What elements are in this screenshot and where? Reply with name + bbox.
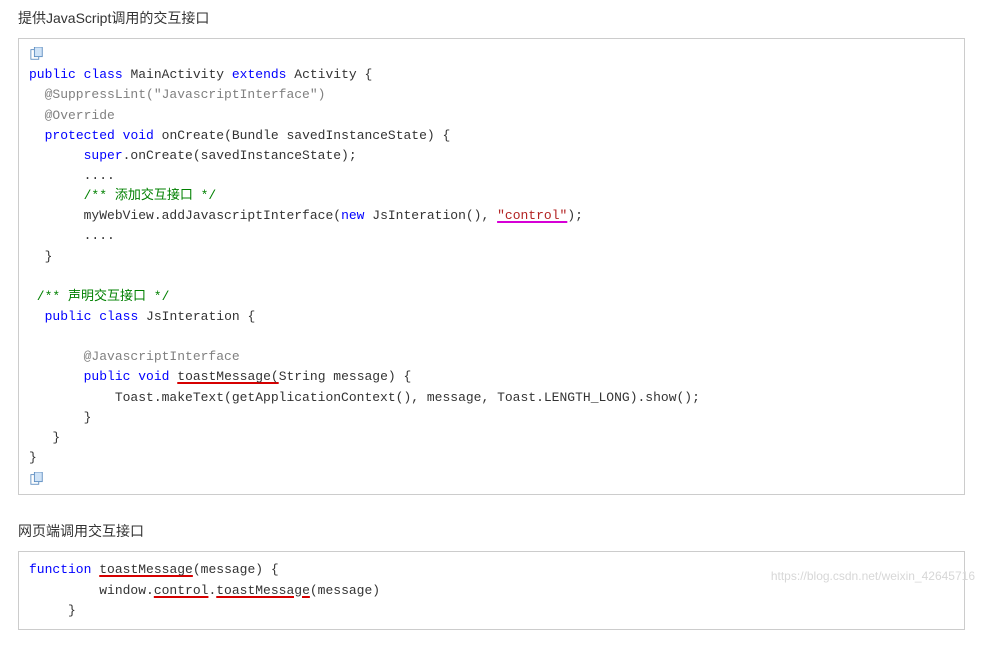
code-block-1: public class MainActivity extends Activi… xyxy=(18,38,965,495)
fn-highlight: toastMessage xyxy=(99,562,193,577)
txt xyxy=(29,369,84,384)
kw: void xyxy=(123,128,154,143)
txt xyxy=(115,128,123,143)
kw: public xyxy=(45,309,92,324)
kw: new xyxy=(341,208,364,223)
txt: } xyxy=(29,249,52,264)
txt: .onCreate(savedInstanceState); xyxy=(123,148,357,163)
txt xyxy=(29,148,84,163)
kw: public xyxy=(29,67,76,82)
txt: JsInteration { xyxy=(138,309,255,324)
txt xyxy=(29,128,45,143)
comment: /** 添加交互接口 */ xyxy=(29,188,216,203)
kw: public xyxy=(84,369,131,384)
section-title-2: 网页端调用交互接口 xyxy=(0,513,983,551)
txt: myWebView.addJavascriptInterface( xyxy=(29,208,341,223)
comment: /** 声明交互接口 */ xyxy=(29,289,169,304)
kw: super xyxy=(84,148,123,163)
code-content-1: public class MainActivity extends Activi… xyxy=(19,63,964,470)
copy-icon[interactable] xyxy=(29,47,45,61)
copy-icon[interactable] xyxy=(29,472,45,486)
txt: } xyxy=(29,430,60,445)
annotation: @Override xyxy=(29,108,115,123)
txt: } xyxy=(29,450,37,465)
txt xyxy=(29,309,45,324)
txt: MainActivity xyxy=(123,67,232,82)
section-title-1: 提供JavaScript调用的交互接口 xyxy=(0,0,983,38)
string-highlight: "control" xyxy=(497,208,567,223)
txt: Toast.makeText(getApplicationContext(), … xyxy=(29,390,700,405)
txt: onCreate(Bundle savedInstanceState) { xyxy=(154,128,450,143)
kw: void xyxy=(138,369,169,384)
annotation: @SuppressLint("JavascriptInterface") xyxy=(29,87,325,102)
code-content-2: function toastMessage(message) { window.… xyxy=(19,558,964,622)
txt: .... xyxy=(29,228,115,243)
method-highlight: toastMessage( xyxy=(177,369,278,384)
method-highlight: toastMessage xyxy=(216,583,310,598)
kw: extends xyxy=(232,67,287,82)
txt: window. xyxy=(29,583,154,598)
obj-highlight: control xyxy=(154,583,209,598)
kw: protected xyxy=(45,128,115,143)
txt: (message) xyxy=(310,583,380,598)
kw: class xyxy=(84,67,123,82)
txt: JsInteration(), xyxy=(364,208,497,223)
txt: (message) { xyxy=(193,562,279,577)
txt: String message) { xyxy=(279,369,412,384)
code-block-2: function toastMessage(message) { window.… xyxy=(18,551,965,629)
txt: .... xyxy=(29,168,115,183)
txt: } xyxy=(29,603,76,618)
txt: } xyxy=(29,410,91,425)
annotation: @JavascriptInterface xyxy=(29,349,240,364)
txt: Activity { xyxy=(286,67,372,82)
txt: ); xyxy=(567,208,583,223)
kw: function xyxy=(29,562,91,577)
kw: class xyxy=(99,309,138,324)
